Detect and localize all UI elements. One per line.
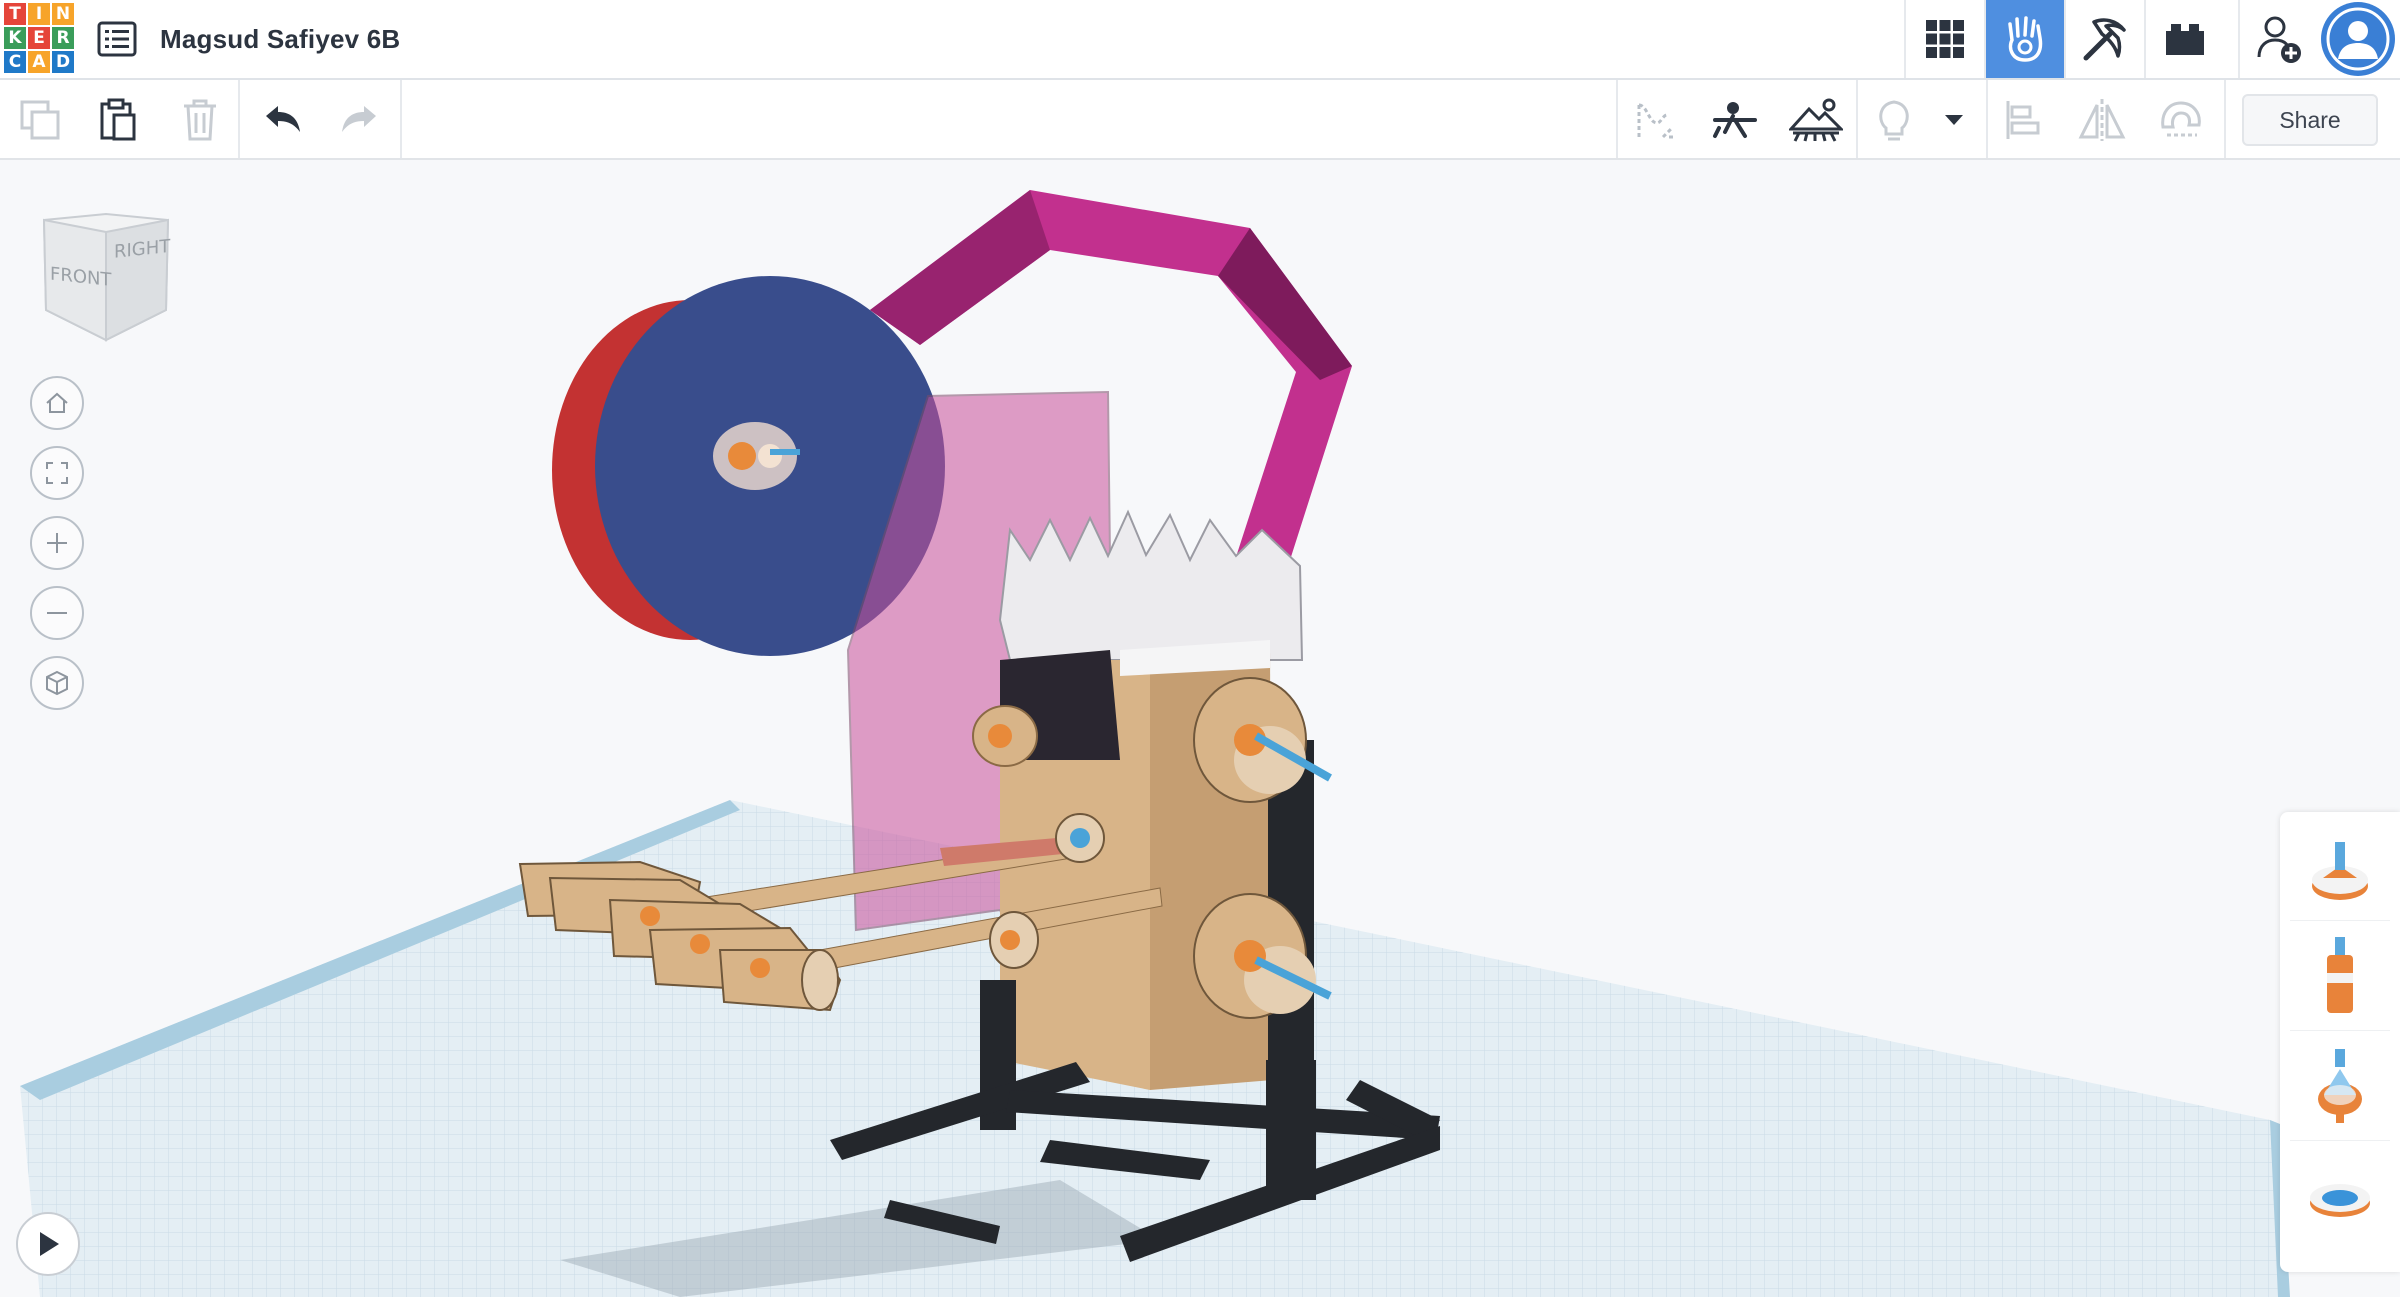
list-icon <box>97 21 137 57</box>
logo-letter: N <box>52 3 74 25</box>
note-button[interactable] <box>1628 92 1684 148</box>
ruler-icon <box>1713 102 1757 138</box>
redo-button[interactable] <box>332 92 388 148</box>
sim-shape-ring-icon <box>2310 1184 2370 1217</box>
tinkercad-logo[interactable]: TIN KER CAD <box>4 3 76 75</box>
trash-icon <box>184 99 216 141</box>
logo-letter: A <box>28 51 50 73</box>
lightbulb-icon <box>1879 100 1909 141</box>
view-cube[interactable]: FRONT RIGHT <box>36 210 176 350</box>
play-icon <box>40 1232 59 1256</box>
3d-design-view-button[interactable] <box>1904 0 1984 78</box>
logo-letter: I <box>28 3 50 25</box>
copy-button[interactable] <box>12 92 68 148</box>
align-button[interactable] <box>1994 92 2050 148</box>
sim-shape-drop-icon <box>2318 1049 2362 1123</box>
paste-button[interactable] <box>90 92 146 148</box>
zoom-out-button[interactable] <box>30 586 84 640</box>
logo-letter: R <box>52 27 74 49</box>
fit-view-button[interactable] <box>30 446 84 500</box>
redo-icon <box>342 106 376 132</box>
align-icon <box>2006 101 2040 139</box>
sim-shape-bottle[interactable] <box>2290 926 2390 1031</box>
hand-icon <box>2008 16 2043 62</box>
sim-shape-top-icon <box>2312 836 2368 900</box>
perspective-icon <box>46 670 68 696</box>
copy-icon <box>20 100 60 140</box>
grid-icon <box>1926 20 1964 58</box>
logo-letter: E <box>28 27 50 49</box>
paste-icon <box>100 98 136 141</box>
lightbulb-button[interactable] <box>1866 92 1922 148</box>
crown-spikes[interactable] <box>998 509 1304 661</box>
dropdown-icon <box>1945 115 1963 125</box>
invite-button[interactable] <box>2238 0 2318 78</box>
sim-shapes-panel <box>2280 812 2400 1272</box>
brick-icon <box>2166 24 2204 55</box>
toolbar: Share <box>0 80 2400 160</box>
undo-button[interactable] <box>254 92 310 148</box>
sim-shape-ring[interactable] <box>2290 1146 2390 1250</box>
logo-letter: K <box>4 27 26 49</box>
ruler-button[interactable] <box>1708 92 1764 148</box>
magnet-icon <box>2161 101 2201 137</box>
home-view-button[interactable] <box>30 376 84 430</box>
play-simulation-button[interactable] <box>16 1212 80 1276</box>
design-title[interactable]: Magsud Safiyev 6B <box>160 24 400 55</box>
note-icon <box>1637 103 1675 139</box>
undo-icon <box>266 106 300 132</box>
circuits-view-button[interactable] <box>1984 0 2064 78</box>
zoom-in-button[interactable] <box>30 516 84 570</box>
home-icon <box>46 392 68 413</box>
zoom-in-icon <box>47 533 67 553</box>
profile-button[interactable] <box>2318 0 2398 78</box>
workplane-button[interactable] <box>1788 92 1844 148</box>
fit-view-icon <box>46 462 68 484</box>
avatar-icon <box>2321 2 2395 76</box>
workplane-canvas[interactable] <box>0 160 2400 1297</box>
logo-letter: C <box>4 51 26 73</box>
design-list-button[interactable] <box>96 18 138 60</box>
sim-shape-bottle-icon <box>2327 937 2353 1013</box>
add-user-icon <box>2257 16 2301 63</box>
logo-letter: T <box>4 3 26 25</box>
zoom-out-icon <box>47 612 67 614</box>
sim-shape-top[interactable] <box>2290 816 2390 921</box>
top-bar: TIN KER CAD Magsud Safiyev 6B <box>0 0 2400 80</box>
lightbulb-dropdown-button[interactable] <box>1926 92 1982 148</box>
delete-button[interactable] <box>172 92 228 148</box>
bricks-view-button[interactable] <box>2144 0 2224 78</box>
share-button[interactable]: Share <box>2242 94 2378 146</box>
pickaxe-icon <box>2083 18 2126 61</box>
logo-letter: D <box>52 51 74 73</box>
mirror-button[interactable] <box>2074 92 2130 148</box>
sim-shape-drop[interactable] <box>2290 1036 2390 1141</box>
workplane-icon <box>1789 98 1843 142</box>
blocks-view-button[interactable] <box>2064 0 2144 78</box>
magnet-button[interactable] <box>2152 92 2208 148</box>
perspective-button[interactable] <box>30 656 84 710</box>
mirror-icon <box>2078 99 2126 141</box>
